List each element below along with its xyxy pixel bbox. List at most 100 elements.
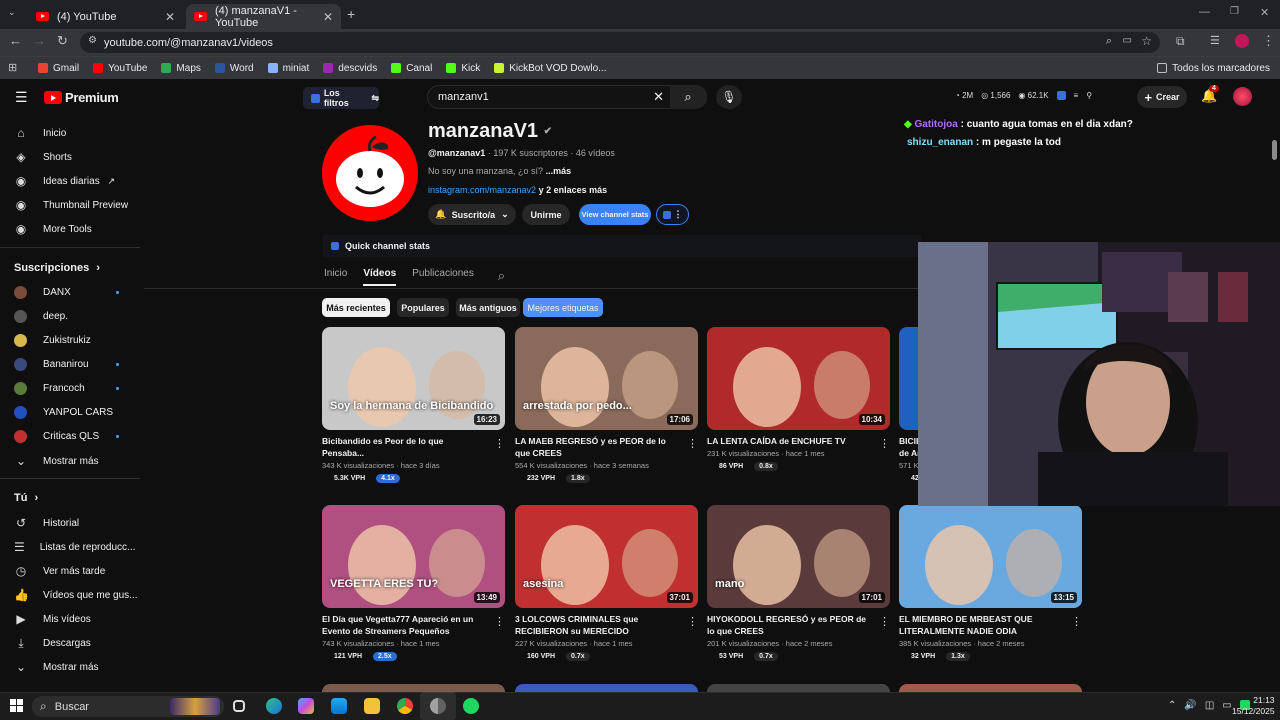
sidebar-sub-criticas[interactable]: Criticas QLS [14,430,129,443]
new-tab-button[interactable]: + [347,6,355,22]
search-box[interactable]: manzanv1 ✕ ⌕ [427,85,707,109]
video-thumbnail[interactable] [515,684,698,692]
more-options-icon[interactable]: ⋮ [494,437,505,450]
bulb-icon[interactable]: ⚲ [1086,91,1092,100]
tab-search-button[interactable]: ⌄ [8,7,22,21]
show-more-you[interactable]: ⌄ Mostrar más [14,660,129,674]
video-title[interactable]: LA LENTA CAÍDA de ENCHUFE TV [707,435,872,447]
task-view-icon[interactable] [233,700,245,712]
create-button[interactable]: + Crear [1137,86,1187,108]
subscribed-button[interactable]: 🔔 Suscrito/a ⌄ [428,204,516,225]
tab-manzana[interactable]: (4) manzanaV1 - YouTube ✕ [186,4,341,29]
video-card[interactable]: Soy la hermana de Bicibandido 16:23 Biciba… [322,327,505,483]
video-thumbnail[interactable]: Soy la hermana de Bicibandido 16:23 [322,327,505,430]
forward-icon[interactable]: → [33,33,46,48]
sidebar-item-watch-later[interactable]: ◷ Ver más tarde [14,564,129,578]
zoom-icon[interactable]: ⌕ [1106,35,1112,48]
more-options-icon[interactable]: ⋮ [687,615,698,628]
chip-oldest[interactable]: Más antiguos [456,298,520,317]
bookmark-word[interactable]: Word [214,63,254,74]
you-heading[interactable]: Tú › [14,492,38,504]
sidebar-item-liked[interactable]: 👍 Vídeos que me gus... [14,588,138,602]
search-button[interactable]: ⌕ [670,85,706,109]
volume-icon[interactable]: 🔊 [1184,700,1196,711]
chevron-up-icon[interactable]: ⌃ [1168,700,1176,711]
media-icon[interactable]: ☰ [1210,34,1220,47]
quick-channel-stats-bar[interactable]: Quick channel stats [323,235,921,257]
scrollbar[interactable] [1272,140,1277,160]
start-button[interactable] [10,699,23,712]
video-card[interactable]: asesina 37:01 3 LOLCOWS CRIMINALES que REC… [515,505,698,661]
video-card[interactable]: mano 17:01 HIYOKODOLL REGRESÓ y es PEOR de… [707,505,890,661]
bookmark-gmail[interactable]: Gmail [38,63,79,74]
video-title[interactable]: Bicibandido es Peor de lo que Pensaba... [322,435,487,459]
video-thumbnail[interactable] [899,684,1082,692]
sidebar-sub-zukistrukiz[interactable]: Zukistrukiz [14,334,129,347]
store-icon[interactable] [331,698,347,714]
tab-inicio[interactable]: Inicio [324,268,347,286]
view-channel-stats-button[interactable]: View channel stats [579,204,651,225]
browser-menu-icon[interactable]: ⋮ [1262,33,1275,49]
sidebar-item-playlists[interactable]: ☰ Listas de reproducc... [14,540,135,554]
sidebar-item-shorts[interactable]: ◈ Shorts [14,150,129,164]
bookmark-kick[interactable]: Kick [446,63,480,74]
bookmark-youtube[interactable]: YouTube [93,63,147,74]
clear-search-icon[interactable]: ✕ [653,89,664,105]
sidebar-item-downloads[interactable]: ⤓ Descargas [14,636,129,651]
reload-icon[interactable]: ↻ [57,33,68,49]
bookmark-maps[interactable]: Maps [161,63,201,74]
bookmark-kickbot[interactable]: KickBot VOD Dowlo... [494,63,607,74]
video-title[interactable]: LA MAEB REGRESÓ y es PEOR de lo que CREE… [515,435,680,459]
list-icon[interactable]: ≡ [1074,91,1079,100]
cast-icon[interactable]: ▭ [1123,35,1132,46]
subscriptions-heading[interactable]: Suscripciones › [14,262,100,274]
channel-link[interactable]: instagram.com/manzanav2 y 2 enlaces más [428,185,607,195]
minimize-icon[interactable]: — [1199,6,1210,18]
video-thumbnail[interactable]: 13:15 [899,505,1082,608]
spotify-icon[interactable] [463,698,479,714]
account-avatar[interactable] [1233,87,1252,106]
notifications-button[interactable]: 🔔 4 [1201,85,1219,104]
taskbar-search[interactable]: ⌕ Buscar [32,696,224,717]
close-window-icon[interactable]: ✕ [1260,6,1269,19]
sidebar-sub-deep[interactable]: deep. [14,310,129,323]
video-thumbnail[interactable]: asesina 37:01 [515,505,698,608]
close-tab-icon[interactable]: ✕ [165,10,175,24]
search-icon[interactable]: ⌕ [498,268,505,286]
chip-best-tags[interactable]: Mejores etiquetas [523,298,603,317]
bookmark-canal[interactable]: Canal [391,63,432,74]
chrome-icon[interactable] [397,698,413,714]
extension-icon[interactable] [1056,91,1066,100]
network-icon[interactable]: ◫ [1205,700,1214,711]
sidebar-sub-francoch[interactable]: Francoch [14,382,129,395]
more-options-icon[interactable]: ⋮ [879,615,890,628]
video-thumbnail[interactable]: mano 17:01 [707,505,890,608]
video-card[interactable]: arrestada por pedo... 17:06 LA MAEB REGRES… [515,327,698,483]
sidebar-sub-bananirou[interactable]: Bananirou [14,358,129,371]
video-thumbnail[interactable]: arrestada por pedo... 17:06 [515,327,698,430]
sidebar-sub-yanpol[interactable]: YANPOL CARS [14,406,129,419]
video-title[interactable]: El Día que Vegetta777 Apareció en un Eve… [322,613,487,637]
tab-publicaciones[interactable]: Publicaciones [412,268,474,286]
back-icon[interactable]: ← [9,33,22,48]
video-thumbnail[interactable] [322,684,505,692]
video-title[interactable]: EL MIEMBRO DE MRBEAST QUE LITERALMENTE N… [899,613,1064,637]
extensions-icon[interactable]: ⧉ [1176,34,1185,49]
site-info-icon[interactable]: ⚙ [88,35,97,46]
tab-videos[interactable]: Vídeos [363,268,397,286]
address-bar[interactable]: ⚙ youtube.com/@manzanav1/videos ⌕ ▭ ☆ [80,32,1160,53]
voice-search-button[interactable]: 🎙 [716,85,742,109]
sidebar-item-my-videos[interactable]: ▶ Mis vídeos [14,612,129,626]
channel-description[interactable]: No soy una manzana, ¿o sí? ...más [428,166,571,176]
more-options-icon[interactable]: ⋮ [494,615,505,628]
video-thumbnail[interactable]: VEGETTA ERES TU? 13:49 [322,505,505,608]
sidebar-item-thumbnail-preview[interactable]: ◉ Thumbnail Preview [14,198,129,212]
sidebar-item-inicio[interactable]: ⌂ Inicio [14,126,129,140]
restore-icon[interactable]: ❐ [1230,6,1239,17]
channel-avatar[interactable] [322,125,418,221]
file-explorer-icon[interactable] [364,698,380,714]
stats-options-button[interactable]: ⋮ [656,204,689,225]
close-tab-icon[interactable]: ✕ [323,10,333,24]
video-thumbnail[interactable]: 10:34 [707,327,890,430]
sidebar-item-more-tools[interactable]: ◉ More Tools [14,222,129,236]
